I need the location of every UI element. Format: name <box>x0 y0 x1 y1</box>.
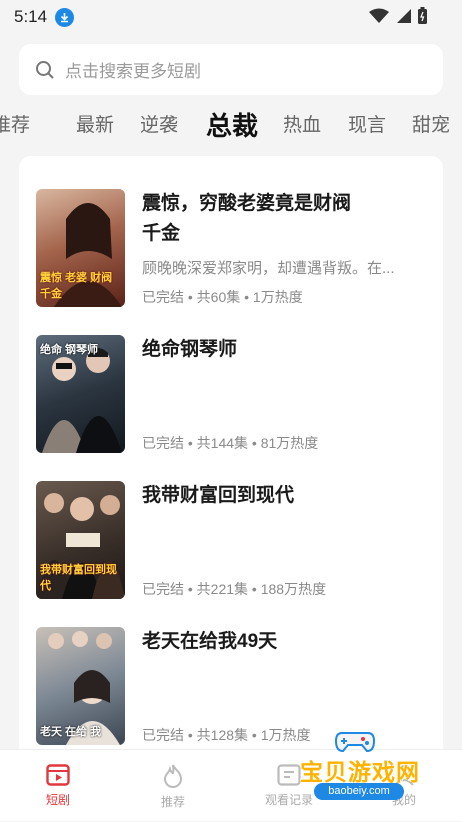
drama-list: 震惊 老婆 财阀千金 震惊，穷酸老婆竟是财阀千金 顾晚晚深爱郑家明，却遭遇背叛。… <box>19 156 443 766</box>
status-bar: 5:14 <box>0 0 462 34</box>
poster-caption: 绝命 钢琴师 <box>40 344 99 356</box>
nav-label: 推荐 <box>160 795 185 809</box>
poster-caption: 老天 在给 我 <box>40 726 102 738</box>
tab-ceo[interactable]: 总裁 <box>206 104 258 148</box>
drama-meta: 已完结 • 共221集 • 188万热度 <box>142 581 327 597</box>
tab-action[interactable]: 热血 <box>283 104 321 148</box>
drama-poster[interactable]: 绝命 钢琴师 <box>36 335 125 453</box>
video-icon <box>46 764 70 786</box>
nav-label: 短剧 <box>45 793 70 807</box>
drama-poster[interactable]: 震惊 老婆 财阀千金 <box>36 189 125 307</box>
tab-comeback[interactable]: 逆袭 <box>140 104 178 148</box>
flame-icon <box>163 764 183 788</box>
poster-caption: 震惊 老婆 财阀千金 <box>40 272 113 300</box>
nav-short-drama[interactable]: 短剧 <box>12 750 104 822</box>
tab-modern-romance[interactable]: 现言 <box>348 104 386 148</box>
list-item[interactable]: 震惊 老婆 财阀千金 震惊，穷酸老婆竟是财阀千金 顾晚晚深爱郑家明，却遭遇背叛。… <box>19 189 443 307</box>
drama-title[interactable]: 绝命钢琴师 <box>142 335 362 365</box>
tab-recommend[interactable]: 推荐 <box>0 104 30 148</box>
poster-caption: 我带财富回到现代 <box>40 564 117 592</box>
tab-latest[interactable]: 最新 <box>76 104 114 148</box>
drama-title[interactable]: 老天在给我49天 <box>142 627 362 657</box>
list-item[interactable]: 老天 在给 我 老天在给我49天 已完结 • 共128集 • 1万热度 <box>19 627 443 745</box>
download-icon <box>55 7 75 27</box>
drama-description: 顾晚晚深爱郑家明，却遭遇背叛。在... <box>142 260 395 277</box>
nav-profile[interactable]: 我的 <box>358 750 450 822</box>
category-tabs: 推荐 最新 逆袭 总裁 热血 现言 甜宠 <box>0 104 462 148</box>
nav-recommend[interactable]: 推荐 <box>127 750 219 822</box>
drama-meta: 已完结 • 共60集 • 1万热度 <box>142 289 303 305</box>
nav-label: 我的 <box>391 793 416 807</box>
list-item[interactable]: 我带财富回到现代 我带财富回到现代 已完结 • 共221集 • 188万热度 <box>19 481 443 599</box>
wifi-icon <box>369 8 389 23</box>
drama-meta: 已完结 • 共144集 • 81万热度 <box>142 435 319 451</box>
drama-poster[interactable]: 我带财富回到现代 <box>36 481 125 599</box>
battery-icon <box>418 7 427 24</box>
search-icon <box>36 60 54 79</box>
drama-poster[interactable]: 老天 在给 我 <box>36 627 125 745</box>
drama-title[interactable]: 震惊，穷酸老婆竟是财阀千金 <box>142 189 362 249</box>
profile-icon <box>394 765 414 786</box>
drama-meta: 已完结 • 共128集 • 1万热度 <box>142 727 311 743</box>
search-input[interactable]: 点击搜索更多短剧 <box>19 44 443 95</box>
nav-history[interactable]: 观看记录 <box>243 750 335 822</box>
drama-title[interactable]: 我带财富回到现代 <box>142 481 362 511</box>
history-icon <box>277 764 301 786</box>
tab-sweet[interactable]: 甜宠 <box>412 104 450 148</box>
list-item[interactable]: 绝命 钢琴师 绝命钢琴师 已完结 • 共144集 • 81万热度 <box>19 335 443 453</box>
search-placeholder: 点击搜索更多短剧 <box>65 62 201 81</box>
status-time: 5:14 <box>14 7 48 26</box>
bottom-nav: 短剧 推荐 观看记录 我的 <box>0 749 462 821</box>
signal-icon <box>397 9 411 23</box>
nav-label: 观看记录 <box>264 793 313 807</box>
